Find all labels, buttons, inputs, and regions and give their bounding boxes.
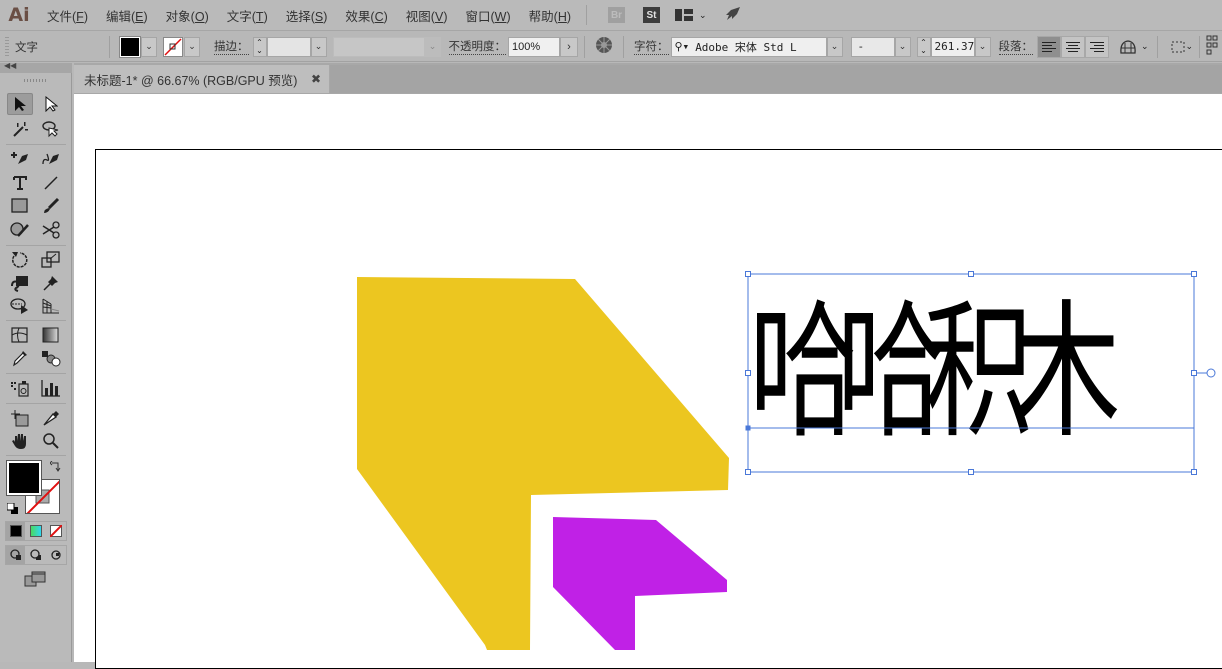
purple-shape[interactable] xyxy=(553,517,727,650)
fill-color-swatch[interactable] xyxy=(6,460,42,496)
text-object[interactable]: 哈哈积木 xyxy=(749,272,1120,474)
